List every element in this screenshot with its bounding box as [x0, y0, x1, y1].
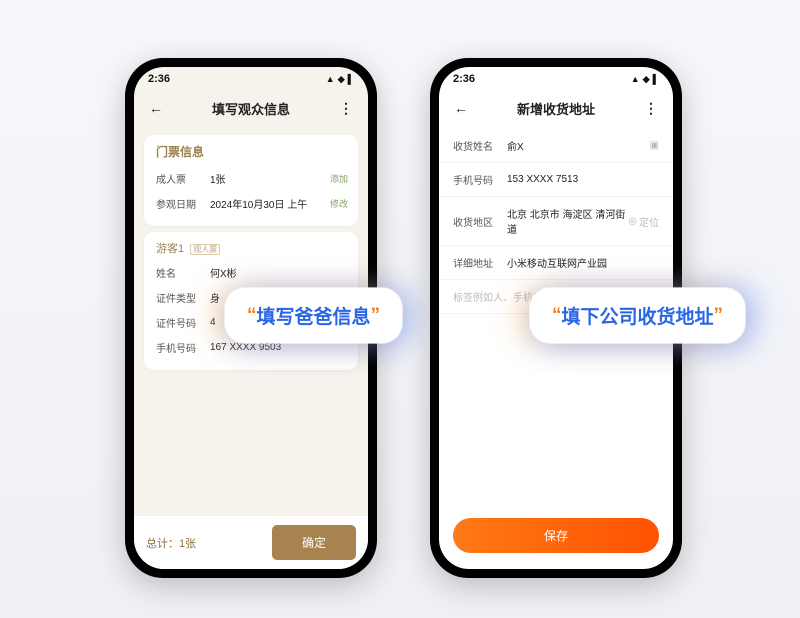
signal-icon: ▲: [631, 75, 640, 84]
quote-close: ”: [371, 305, 381, 327]
quote-open: “: [247, 305, 257, 327]
quote-open: “: [552, 305, 562, 327]
ticket-section-title: 门票信息: [156, 143, 348, 160]
detail-address-row[interactable]: 详细地址 小米移动互联网产业园: [439, 246, 673, 280]
ticket-type-value: 1张: [210, 171, 330, 186]
status-icons: ▲ ◆ ▌: [631, 75, 659, 84]
more-icon[interactable]: ⋮: [336, 100, 356, 117]
save-button[interactable]: 保存: [453, 518, 659, 553]
recipient-name-row[interactable]: 收货姓名 俞X ▣: [439, 129, 673, 163]
status-time: 2:36: [148, 73, 170, 85]
detail-address-value: 小米移动互联网产业园: [507, 255, 659, 270]
region-row[interactable]: 收货地区 北京 北京市 海淀区 清河街道 ◎ 定位: [439, 197, 673, 246]
recipient-phone-label: 手机号码: [453, 172, 507, 187]
guest-idtype-label: 证件类型: [156, 290, 210, 305]
bubble-text: 填下公司收货地址: [562, 302, 714, 329]
voice-bubble-right: “ 填下公司收货地址 ”: [530, 288, 745, 343]
battery-icon: ▌: [348, 75, 354, 84]
page-title: 填写观众信息: [166, 99, 336, 118]
wifi-icon: ◆: [338, 75, 345, 84]
guest-heading: 游客1 观人票: [156, 240, 348, 256]
guest-tag: 观人票: [190, 244, 220, 255]
ticket-type-label: 成人票: [156, 171, 210, 186]
guest-heading-text: 游客1: [156, 243, 184, 255]
ticket-type-row: 成人票 1张 添加: [156, 166, 348, 191]
recipient-name-label: 收货姓名: [453, 138, 507, 153]
guest-phone-label: 手机号码: [156, 340, 210, 355]
back-icon[interactable]: ←: [451, 100, 471, 116]
region-label: 收货地区: [453, 214, 507, 229]
signal-icon: ▲: [326, 75, 335, 84]
detail-address-label: 详细地址: [453, 255, 507, 270]
visit-date-edit-link[interactable]: 修改: [330, 197, 348, 210]
status-bar: 2:36 ▲ ◆ ▌: [134, 67, 368, 91]
region-value: 北京 北京市 海淀区 清河街道: [507, 206, 628, 236]
guest-idnum-label: 证件号码: [156, 315, 210, 330]
bubble-text: 填写爸爸信息: [257, 302, 371, 329]
guest-name-row: 姓名 何X彬: [156, 260, 348, 285]
recipient-name-value: 俞X: [507, 138, 650, 153]
voice-bubble-left: “ 填写爸爸信息 ”: [225, 288, 402, 343]
visit-date-value: 2024年10月30日 上午: [210, 196, 330, 211]
guest-name-value: 何X彬: [210, 265, 348, 280]
location-icon[interactable]: ◎: [628, 216, 637, 227]
more-icon[interactable]: ⋮: [641, 100, 661, 117]
confirm-button[interactable]: 确定: [272, 525, 356, 560]
visit-date-row: 参观日期 2024年10月30日 上午 修改: [156, 191, 348, 216]
quote-close: ”: [714, 305, 724, 327]
wifi-icon: ◆: [643, 75, 650, 84]
guest-name-label: 姓名: [156, 265, 210, 280]
visit-date-label: 参观日期: [156, 196, 210, 211]
battery-icon: ▌: [653, 75, 659, 84]
region-action[interactable]: 定位: [639, 214, 659, 229]
status-icons: ▲ ◆ ▌: [326, 75, 354, 84]
ticket-add-link[interactable]: 添加: [330, 172, 348, 185]
navbar: ← 填写观众信息 ⋮: [134, 91, 368, 125]
recipient-phone-row[interactable]: 手机号码 153 XXXX 7513: [439, 163, 673, 197]
back-icon[interactable]: ←: [146, 100, 166, 116]
footer-bar: 总计：1张 确定: [134, 515, 368, 569]
status-time: 2:36: [453, 73, 475, 85]
navbar: ← 新增收货地址 ⋮: [439, 91, 673, 125]
recipient-phone-value: 153 XXXX 7513: [507, 174, 659, 185]
status-bar: 2:36 ▲ ◆ ▌: [439, 67, 673, 91]
guest-phone-value: 167 XXXX 9503: [210, 342, 348, 353]
ticket-info-card: 门票信息 成人票 1张 添加 参观日期 2024年10月30日 上午 修改: [144, 135, 358, 226]
contacts-icon[interactable]: ▣: [650, 140, 659, 151]
total-label: 总计：1张: [146, 535, 272, 551]
content: 收货姓名 俞X ▣ 手机号码 153 XXXX 7513 收货地区 北京 北京市…: [439, 125, 673, 569]
page-title: 新增收货地址: [471, 99, 641, 118]
